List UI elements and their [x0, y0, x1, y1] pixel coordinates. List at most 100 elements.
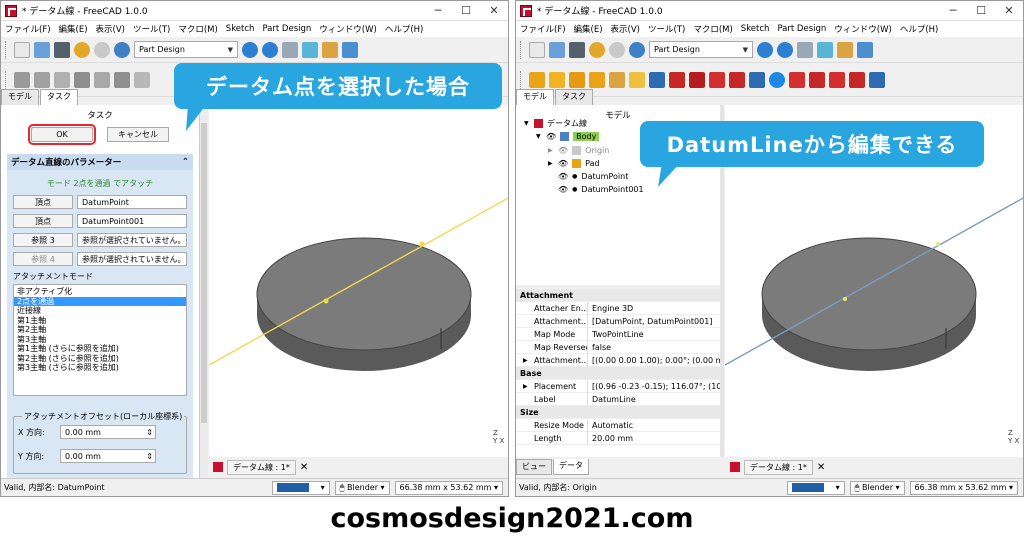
menu-window[interactable]: ウィンドウ(W) — [834, 23, 892, 35]
property-value[interactable]: Automatic — [588, 421, 720, 430]
whats-this-icon[interactable] — [342, 41, 358, 58]
list-item[interactable]: 第1主軸 (さらに参照を追加) — [14, 344, 186, 354]
menu-macro[interactable]: マクロ(M) — [693, 23, 732, 35]
shape-binder-icon[interactable] — [134, 71, 150, 88]
reference-3-button[interactable]: 参照 3 — [13, 233, 73, 247]
attach-mode-list[interactable]: 非アクティブ化 2点を通過 近接線 第1主軸 第2主軸 第3主軸 第1主軸 (さ… — [13, 284, 187, 396]
offset-x-field[interactable]: 0.00 mm ⇕ — [60, 425, 156, 439]
reference-4-field[interactable]: 参照が選択されていません。 — [77, 252, 187, 266]
revolution-icon[interactable] — [74, 71, 90, 88]
maximize-icon[interactable]: ☐ — [452, 1, 480, 21]
property-row[interactable]: Attachment... [DatumPoint, DatumPoint001] — [516, 314, 720, 328]
tree-item-datum-line[interactable]: 👁 ／ DatumLine — [558, 195, 628, 207]
3d-scene[interactable] — [209, 105, 509, 457]
pad-icon[interactable] — [34, 71, 50, 88]
property-value[interactable]: false — [588, 343, 720, 352]
tab-task[interactable]: タスク — [555, 89, 593, 105]
list-item[interactable]: 非アクティブ化 — [14, 287, 186, 297]
ok-button[interactable]: OK — [28, 124, 96, 145]
tree-item-document[interactable]: ▼ データム線 — [524, 117, 587, 129]
revolution-icon[interactable] — [549, 71, 565, 88]
scroll-thumb[interactable] — [201, 123, 207, 423]
menu-macro[interactable]: マクロ(M) — [178, 23, 217, 35]
navigation-style-selector[interactable]: 🖱 Blender ▾ — [849, 480, 905, 495]
document-tab[interactable]: データム線 : 1* ✕ — [213, 459, 308, 475]
zoom-fit-icon[interactable] — [242, 41, 258, 58]
3d-viewport[interactable]: ZY X — [209, 105, 509, 457]
param-header[interactable]: データム直線のパラメーター ⌃ — [7, 154, 193, 170]
expand-icon[interactable]: ▶ — [523, 354, 528, 367]
datum-plane-icon[interactable] — [94, 71, 110, 88]
additive-box-icon[interactable] — [629, 71, 645, 88]
menu-window[interactable]: ウィンドウ(W) — [319, 23, 377, 35]
list-item[interactable]: 第3主軸 — [14, 335, 186, 345]
menu-part-design[interactable]: Part Design — [262, 24, 311, 34]
refresh-icon[interactable] — [114, 41, 130, 58]
menu-view[interactable]: 表示(V) — [611, 23, 640, 35]
collapse-icon[interactable]: ⌃ — [182, 157, 189, 167]
menu-tools[interactable]: ツール(T) — [133, 23, 170, 35]
menu-file[interactable]: ファイル(F) — [5, 23, 51, 35]
subtractive-loft-icon[interactable] — [709, 71, 725, 88]
visibility-eye-icon[interactable]: 👁 — [546, 132, 556, 141]
tab-model[interactable]: モデル — [516, 89, 554, 105]
draft-icon[interactable] — [829, 71, 845, 88]
tab-model[interactable]: モデル — [1, 89, 39, 105]
navigation-style-selector[interactable]: 🖱 Blender ▾ — [334, 480, 390, 495]
datum-point-1[interactable] — [419, 241, 425, 247]
document-tab[interactable]: データム線 : 1* ✕ — [730, 459, 825, 475]
list-item[interactable]: 第1主軸 — [14, 316, 186, 326]
part-icon[interactable] — [837, 41, 853, 58]
expand-icon[interactable]: ▶ — [523, 380, 528, 393]
visibility-eye-icon[interactable]: 👁 — [558, 185, 568, 194]
property-row[interactable]: ▶ Attachment... [(0.00 0.00 1.00); 0.00°; … — [516, 353, 720, 367]
view-cube-icon[interactable] — [282, 41, 298, 58]
list-item[interactable]: 第3主軸 (さらに参照を追加) — [14, 363, 186, 373]
visibility-eye-icon[interactable]: 👁 — [558, 172, 568, 181]
redo-icon[interactable] — [609, 41, 625, 58]
minimize-icon[interactable]: ─ — [424, 1, 452, 21]
list-item[interactable]: 第2主軸 (さらに参照を追加) — [14, 354, 186, 364]
list-item-selected[interactable]: 2点を通過 — [14, 296, 186, 306]
minimize-icon[interactable]: ─ — [939, 1, 967, 21]
property-row[interactable]: Label DatumLine — [516, 392, 720, 406]
property-row[interactable]: Map Mode TwoPointLine — [516, 327, 720, 341]
loft-icon[interactable] — [569, 71, 585, 88]
datum-point-1[interactable] — [936, 242, 940, 246]
undo-icon[interactable] — [589, 41, 605, 58]
list-item[interactable]: 近接線 — [14, 306, 186, 316]
visibility-eye-icon[interactable]: 👁 — [558, 197, 568, 206]
new-file-icon[interactable] — [14, 41, 30, 58]
tab-task[interactable]: タスク — [40, 89, 78, 105]
thickness-icon[interactable] — [849, 71, 865, 88]
tree-item-body[interactable]: ▼ 👁 Body — [536, 130, 600, 142]
create-body-icon[interactable] — [14, 71, 30, 88]
spin-icon[interactable]: ⇕ — [146, 452, 153, 461]
expand-icon[interactable]: ▶ — [548, 147, 554, 154]
subtractive-helix-icon[interactable] — [749, 71, 765, 88]
expand-icon[interactable]: ▼ — [524, 120, 530, 127]
reference-4-button[interactable]: 参照 4 — [13, 252, 73, 266]
tab-view[interactable]: ビュー — [516, 459, 552, 475]
tree-item-datum-point[interactable]: 👁 ● DatumPoint — [558, 170, 628, 182]
menu-edit[interactable]: 編集(E) — [59, 23, 88, 35]
property-value[interactable]: DatumLine — [588, 395, 720, 404]
redo-icon[interactable] — [94, 41, 110, 58]
pocket-icon[interactable] — [649, 71, 665, 88]
chamfer-icon[interactable] — [809, 71, 825, 88]
menu-edit[interactable]: 編集(E) — [574, 23, 603, 35]
list-item[interactable]: 第2主軸 — [14, 325, 186, 335]
pocket-icon[interactable] — [54, 71, 70, 88]
fillet-icon[interactable] — [789, 71, 805, 88]
maximize-icon[interactable]: ☐ — [967, 1, 995, 21]
whats-this-icon[interactable] — [857, 41, 873, 58]
datum-point-2[interactable] — [843, 297, 847, 301]
view-cube-icon[interactable] — [797, 41, 813, 58]
reference-1-field[interactable]: DatumPoint — [77, 195, 187, 209]
property-value[interactable]: [(0.00 0.00 1.00); 0.00°; (0.00 mm 0... — [588, 356, 720, 365]
tree-item-pad[interactable]: ▶ 👁 Pad — [548, 157, 600, 169]
close-icon[interactable]: ✕ — [300, 462, 308, 473]
pipe-icon[interactable] — [589, 71, 605, 88]
reference-2-button[interactable]: 頂点 — [13, 214, 73, 228]
subtractive-pipe-icon[interactable] — [729, 71, 745, 88]
